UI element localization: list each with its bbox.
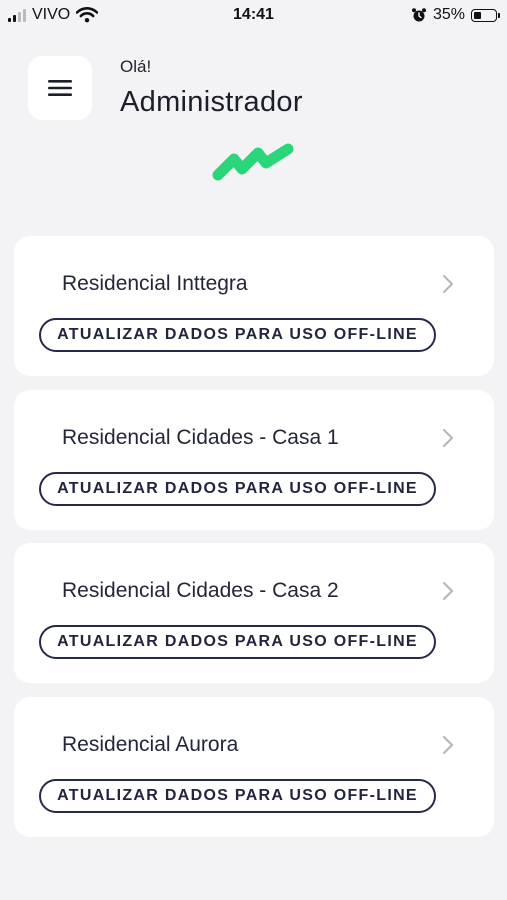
update-offline-button[interactable]: ATUALIZAR DADOS PARA USO OFF-LINE	[39, 318, 436, 352]
user-name: Administrador	[120, 86, 303, 118]
chevron-right-icon[interactable]	[442, 735, 454, 755]
property-name[interactable]: Residencial Cidades - Casa 2	[62, 579, 339, 603]
chevron-right-icon[interactable]	[442, 428, 454, 448]
battery-percent: 35%	[432, 6, 465, 23]
chevron-right-icon[interactable]	[442, 274, 454, 294]
status-right: 35%	[411, 6, 500, 24]
battery-icon	[471, 8, 500, 22]
property-card[interactable]: Residencial Aurora ATUALIZAR DADOS PARA …	[14, 697, 494, 837]
property-name[interactable]: Residencial Inttegra	[62, 272, 248, 296]
update-offline-button[interactable]: ATUALIZAR DADOS PARA USO OFF-LINE	[39, 472, 436, 506]
property-card[interactable]: Residencial Cidades - Casa 1 ATUALIZAR D…	[14, 390, 494, 530]
greeting-text: Olá!	[120, 57, 152, 76]
property-card[interactable]: Residencial Cidades - Casa 2 ATUALIZAR D…	[14, 543, 494, 683]
alarm-icon	[411, 8, 426, 22]
property-name[interactable]: Residencial Aurora	[62, 733, 238, 757]
battery-fill	[474, 11, 481, 19]
update-offline-button[interactable]: ATUALIZAR DADOS PARA USO OFF-LINE	[39, 625, 436, 659]
chevron-right-icon[interactable]	[442, 581, 454, 601]
property-name[interactable]: Residencial Cidades - Casa 1	[62, 426, 339, 450]
hamburger-menu-icon	[48, 80, 72, 96]
property-card[interactable]: Residencial Inttegra ATUALIZAR DADOS PAR…	[14, 236, 494, 376]
menu-button[interactable]	[28, 56, 92, 120]
green-wave-logo	[212, 143, 294, 181]
status-bar: VIVO 14:41 35%	[0, 0, 507, 32]
update-offline-button[interactable]: ATUALIZAR DADOS PARA USO OFF-LINE	[39, 779, 436, 813]
